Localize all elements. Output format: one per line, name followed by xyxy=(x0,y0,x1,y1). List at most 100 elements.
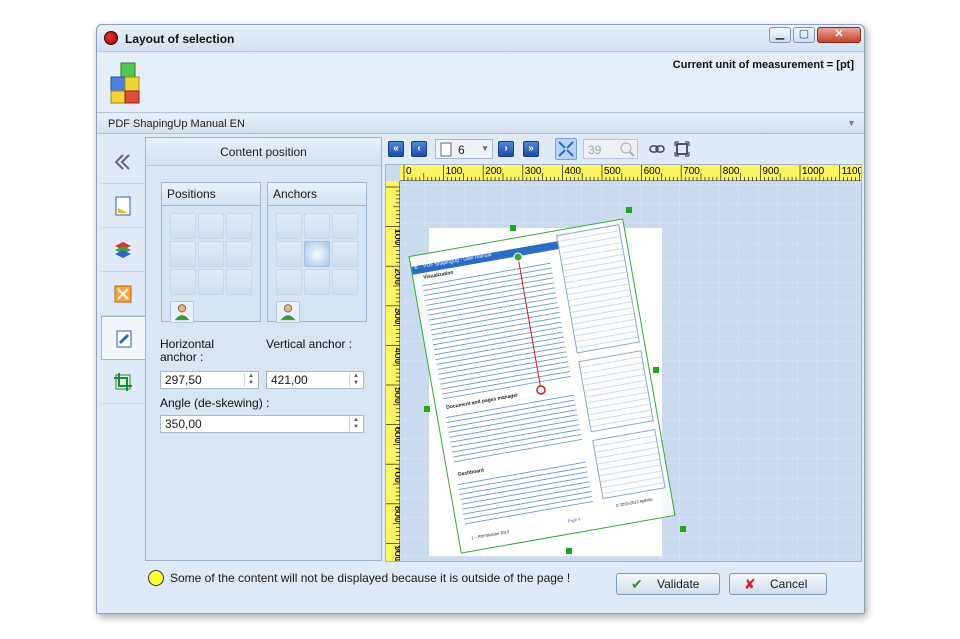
ruler-label: 400 xyxy=(564,166,581,177)
position-cell[interactable] xyxy=(198,241,224,267)
content-footer-right: © 2010-2013 Apifelio xyxy=(615,496,653,508)
next-page-button[interactable]: › xyxy=(498,141,514,157)
position-cell[interactable] xyxy=(198,269,224,295)
first-page-button[interactable]: « xyxy=(388,141,404,157)
frame-icon xyxy=(674,141,690,157)
cancel-button[interactable]: ✘ Cancel xyxy=(729,573,827,595)
link-button[interactable] xyxy=(649,141,665,157)
position-cell[interactable] xyxy=(170,269,196,295)
layers-icon xyxy=(115,242,131,258)
spinner-arrows-icon[interactable]: ▲ ▼ xyxy=(244,373,257,387)
anchor-cell[interactable] xyxy=(304,213,330,239)
side-tab-crop[interactable] xyxy=(101,360,145,404)
side-tab-position[interactable] xyxy=(101,316,145,360)
ruler-label: 700 xyxy=(683,166,700,177)
content-table-2 xyxy=(578,350,654,433)
position-cell[interactable] xyxy=(226,241,252,267)
position-cell[interactable] xyxy=(226,213,252,239)
close-button[interactable]: ✕ xyxy=(817,27,861,43)
ruler-label: 600 xyxy=(644,166,661,177)
ruler-label: 900 xyxy=(392,545,400,562)
angle-input[interactable]: 350,00 ▲ ▼ xyxy=(160,415,364,433)
position-cell[interactable] xyxy=(226,269,252,295)
dialog-window: Layout of selection ▁ ▢ ✕ Current unit o… xyxy=(96,24,865,614)
h-anchor-input[interactable]: 297,50 ▲ ▼ xyxy=(160,371,259,389)
side-tab-page-size[interactable] xyxy=(101,184,145,228)
fit-page-button[interactable] xyxy=(555,138,577,160)
ruler-label: 200 xyxy=(392,268,400,285)
ruler-label: 200 xyxy=(485,166,502,177)
anchor-cell[interactable] xyxy=(304,269,330,295)
validate-button[interactable]: ✔ Validate xyxy=(616,573,720,595)
vertical-ruler: 100 200 300 400 500 600 700 800 900 xyxy=(386,181,400,562)
angle-value: 350,00 xyxy=(165,417,202,431)
positions-group: Positions xyxy=(161,182,261,323)
side-tab-layers[interactable] xyxy=(101,228,145,272)
positions-label: Positions xyxy=(162,183,260,206)
v-anchor-input[interactable]: 421,00 ▲ ▼ xyxy=(266,371,364,389)
anchors-user-button[interactable] xyxy=(276,301,300,323)
horizontal-ruler: 0 100 200 300 400 500 600 700 800 900 1000 1100 xyxy=(400,165,862,181)
spinner-arrows-icon[interactable]: ▲ ▼ xyxy=(349,373,362,387)
ruler-label: 500 xyxy=(392,387,400,404)
anchor-cell[interactable] xyxy=(332,241,358,267)
anchor-cell[interactable] xyxy=(304,241,330,267)
checkmark-icon: ✔ xyxy=(631,576,643,592)
anchor-cell[interactable] xyxy=(276,241,302,267)
anchor-cell[interactable] xyxy=(332,269,358,295)
magnifier-icon xyxy=(620,142,635,157)
title-bar[interactable]: Layout of selection ▁ ▢ ✕ xyxy=(97,25,864,52)
zoom-input[interactable]: 39 xyxy=(583,139,638,159)
anchor-cell[interactable] xyxy=(276,269,302,295)
unit-label: Current unit of measurement = [pt] xyxy=(672,59,854,71)
zoom-value: 39 xyxy=(588,143,602,157)
cubes-logo-icon xyxy=(110,62,140,104)
positions-grid xyxy=(170,213,254,297)
page-icon xyxy=(440,142,452,157)
ruler-label: 300 xyxy=(525,166,542,177)
document-selector[interactable]: PDF ShapingUp Manual EN ▼ xyxy=(97,114,864,134)
frame-button[interactable] xyxy=(674,141,690,157)
anchors-grid xyxy=(276,213,360,297)
side-tab-back[interactable] xyxy=(101,140,145,184)
ruler-label: 100 xyxy=(446,166,463,177)
h-anchor-value: 297,50 xyxy=(165,373,202,387)
anchor-cell[interactable] xyxy=(332,213,358,239)
h-anchor-label: Horizontal anchor : xyxy=(160,337,215,364)
page-number: 6 xyxy=(458,143,465,157)
position-cell[interactable] xyxy=(198,213,224,239)
cancel-label: Cancel xyxy=(770,577,808,591)
document-ruler-icon xyxy=(115,196,131,216)
panel-title: Content position xyxy=(146,138,381,166)
prev-page-button[interactable]: ‹ xyxy=(411,141,427,157)
position-cell[interactable] xyxy=(170,213,196,239)
content-footer-left: 1 – PDFSkidder 2013 xyxy=(470,528,510,541)
spinner-arrows-icon[interactable]: ▲ ▼ xyxy=(349,417,362,431)
anchors-group: Anchors xyxy=(267,182,367,323)
anchors-label: Anchors xyxy=(268,183,366,206)
warning-dot-icon xyxy=(148,570,164,586)
v-anchor-value: 421,00 xyxy=(271,373,308,387)
ruler-label: 1100 xyxy=(842,166,862,177)
minimize-button[interactable]: ▁ xyxy=(769,27,791,43)
validate-label: Validate xyxy=(657,577,700,591)
ruler-label: 800 xyxy=(723,166,740,177)
ruler-label: 1000 xyxy=(802,166,825,177)
pin-icon xyxy=(116,330,132,348)
ruler-label: 600 xyxy=(392,427,400,444)
positions-user-button[interactable] xyxy=(170,301,194,323)
last-page-button[interactable]: » xyxy=(523,141,539,157)
chevron-down-icon: ▼ xyxy=(481,144,489,153)
ruler-label: 400 xyxy=(392,347,400,364)
ruler-label: 700 xyxy=(392,466,400,483)
app-logo-icon xyxy=(104,31,118,45)
side-tab-resize[interactable] xyxy=(101,272,145,316)
preview-canvas[interactable]: 0 100 200 300 400 500 600 700 800 900 1000 1100 100… xyxy=(385,164,862,562)
ruler-label: 500 xyxy=(604,166,621,177)
anchor-cell[interactable] xyxy=(276,213,302,239)
maximize-button[interactable]: ▢ xyxy=(793,27,815,43)
position-cell[interactable] xyxy=(170,241,196,267)
ruler-label: 100 xyxy=(392,229,400,246)
ruler-label: 900 xyxy=(762,166,779,177)
page-select[interactable]: 6 ▼ xyxy=(435,139,493,159)
